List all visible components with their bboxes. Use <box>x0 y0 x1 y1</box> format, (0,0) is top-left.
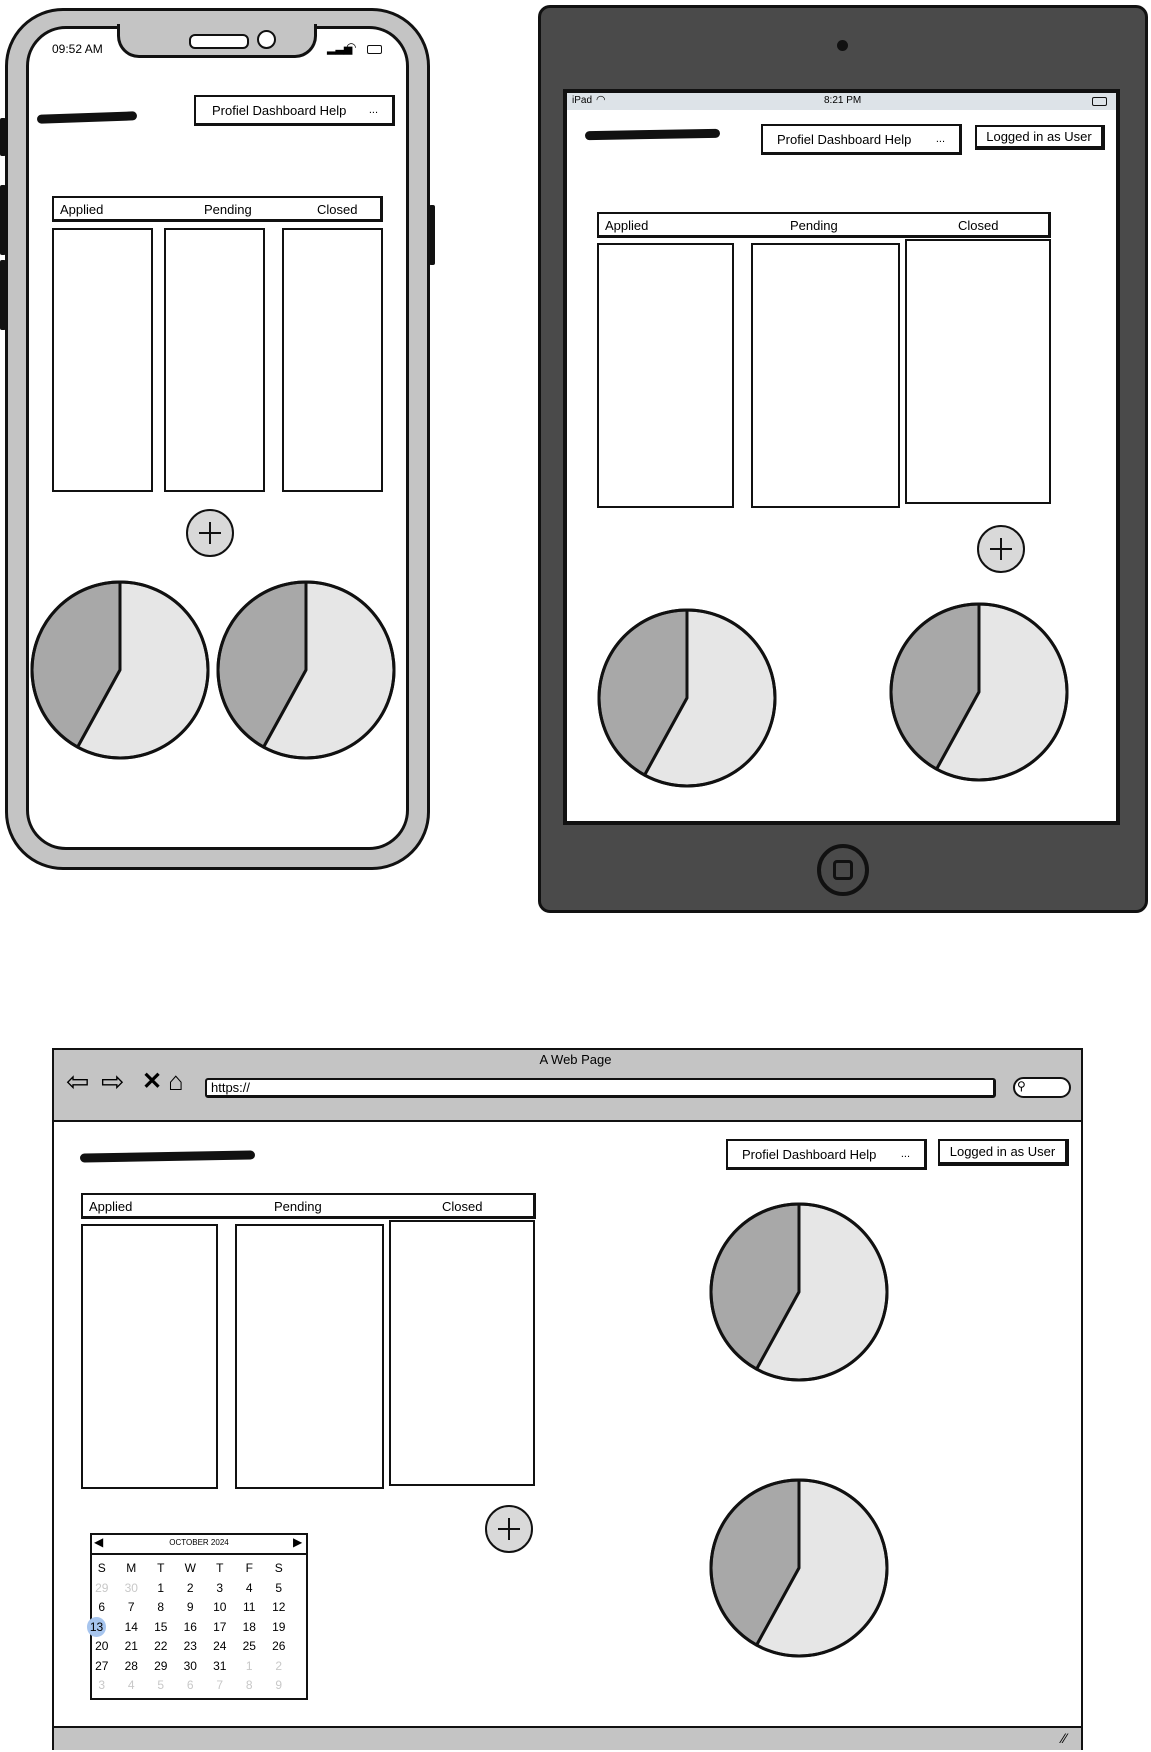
weekday-label: M <box>126 1560 137 1575</box>
calendar-day[interactable]: 4 <box>117 1676 147 1696</box>
calendar-day[interactable]: 2 <box>264 1656 294 1676</box>
calendar-day[interactable]: 6 <box>176 1676 206 1696</box>
calendar-day[interactable]: 5 <box>264 1578 294 1598</box>
calendar-day[interactable]: 10 <box>205 1598 235 1618</box>
calendar-day[interactable]: 15 <box>146 1617 176 1637</box>
calendar-day[interactable]: 9 <box>176 1598 206 1618</box>
calendar-day[interactable]: 6 <box>87 1598 117 1618</box>
calendar-day[interactable]: 13 <box>87 1617 106 1637</box>
calendar-weekdays: S M T W T F S <box>87 1558 294 1578</box>
weekday-label: T <box>216 1560 224 1575</box>
calendar-day[interactable]: 31 <box>205 1656 235 1676</box>
calendar-day[interactable]: 7 <box>205 1676 235 1696</box>
calendar-day[interactable]: 17 <box>205 1617 235 1637</box>
calendar-day[interactable]: 27 <box>87 1656 117 1676</box>
calendar-day[interactable]: 14 <box>117 1617 147 1637</box>
calendar-day[interactable]: 23 <box>176 1637 206 1657</box>
pie-chart <box>709 1478 889 1658</box>
calendar-day[interactable]: 22 <box>146 1637 176 1657</box>
calendar-day[interactable]: 4 <box>235 1578 265 1598</box>
calendar-day[interactable]: 8 <box>235 1676 265 1696</box>
calendar-day[interactable]: 16 <box>176 1617 206 1637</box>
calendar-day[interactable]: 29 <box>146 1656 176 1676</box>
calendar-day[interactable]: 3 <box>87 1676 117 1696</box>
weekday-label: S <box>274 1560 283 1575</box>
calendar-day[interactable]: 3 <box>205 1578 235 1598</box>
calendar-day[interactable]: 9 <box>264 1676 294 1696</box>
weekday-label: W <box>184 1560 196 1575</box>
weekday-label: S <box>97 1560 106 1575</box>
calendar-day[interactable]: 1 <box>146 1578 176 1598</box>
calendar-day[interactable]: 11 <box>235 1598 265 1618</box>
weekday-label: T <box>157 1560 165 1575</box>
calendar-day[interactable]: 26 <box>264 1637 294 1657</box>
calendar-day[interactable]: 2 <box>176 1578 206 1598</box>
calendar-day[interactable]: 21 <box>117 1637 147 1657</box>
calendar-day[interactable]: 7 <box>117 1598 147 1618</box>
calendar-day[interactable]: 20 <box>87 1637 117 1657</box>
calendar-month: OCTOBER 2024 <box>169 1538 229 1547</box>
weekday-label: F <box>245 1560 253 1575</box>
calendar-day[interactable]: 5 <box>146 1676 176 1696</box>
calendar-day[interactable]: 18 <box>235 1617 265 1637</box>
calendar-day[interactable]: 12 <box>264 1598 294 1618</box>
browser-bottom-bar <box>54 1726 1081 1750</box>
calendar-day[interactable]: 29 <box>87 1578 117 1598</box>
calendar-day[interactable]: 25 <box>235 1637 265 1657</box>
calendar-day[interactable]: 28 <box>117 1656 147 1676</box>
calendar-day[interactable]: 30 <box>117 1578 147 1598</box>
calendar-day[interactable]: 19 <box>264 1617 294 1637</box>
resize-handle-icon[interactable]: ⁄⁄ <box>1062 1730 1067 1746</box>
calendar-day[interactable]: 30 <box>176 1656 206 1676</box>
calendar-day[interactable]: 8 <box>146 1598 176 1618</box>
calendar-day[interactable]: 24 <box>205 1637 235 1657</box>
calendar-day[interactable]: 1 <box>235 1656 265 1676</box>
calendar-days: 29 30 1 2 3 4 5 6 7 8 9 10 11 12 13 14 15 16 17 18 19 20 21 22 2… <box>87 1578 294 1695</box>
